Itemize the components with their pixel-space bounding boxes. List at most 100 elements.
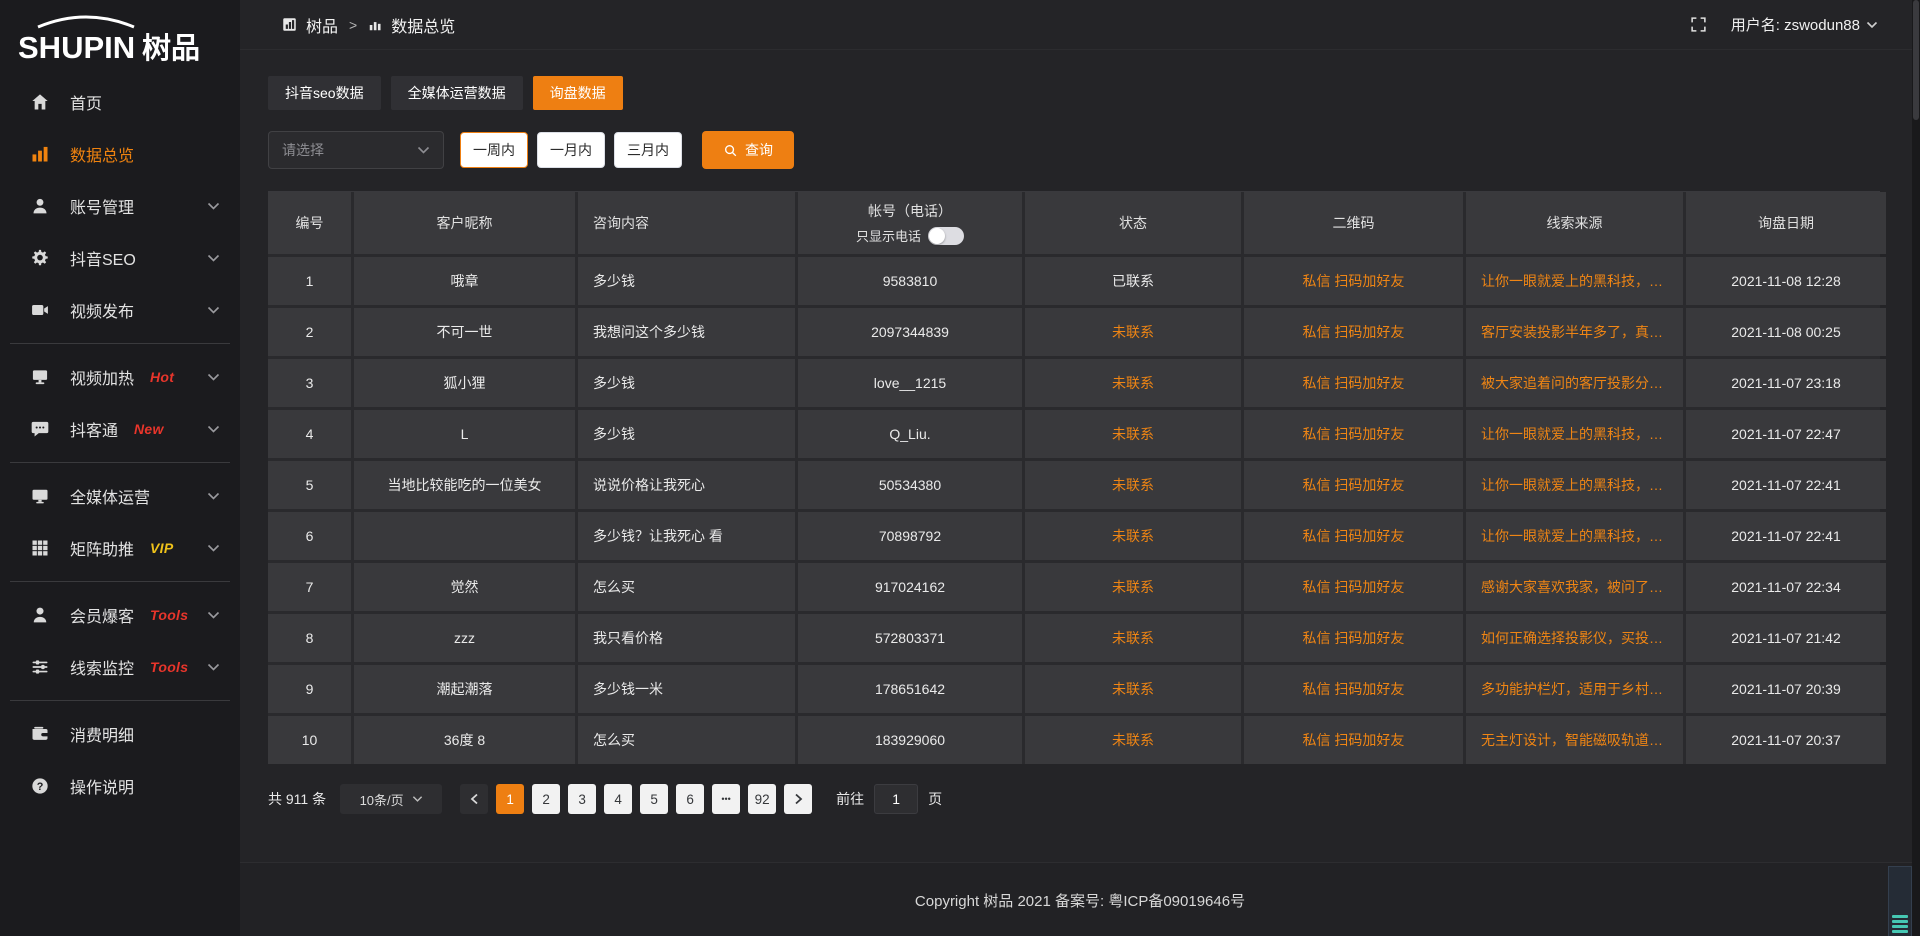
sidebar-divider [10, 581, 230, 582]
cell-source[interactable]: 感谢大家喜欢我家，被问了好... [1466, 563, 1683, 611]
page-size-label: 10条/页 [360, 790, 404, 809]
sidebar-item-doukotong[interactable]: 抖客通New [0, 403, 240, 455]
cell-account: 9583810 [798, 257, 1022, 305]
source-link-text: 多功能护栏灯，适用于乡村文... [1481, 679, 1668, 699]
sidebar-item-label: 线索监控 [70, 655, 134, 679]
sidebar-item-omni-media[interactable]: 全媒体运营 [0, 470, 240, 522]
cell-source[interactable]: 让你一眼就爱上的黑科技，能... [1466, 410, 1683, 458]
range-button-0[interactable]: 一周内 [460, 132, 528, 168]
sidebar-item-label: 视频加热 [70, 365, 134, 389]
column-header: 二维码 [1244, 192, 1463, 254]
page-number-button[interactable]: 1 [496, 784, 524, 814]
cell-source[interactable]: 无主灯设计，智能磁吸轨道灯... [1466, 716, 1683, 764]
breadcrumb-root[interactable]: 树品 [306, 13, 338, 37]
prev-page-button[interactable] [460, 784, 488, 814]
sidebar-item-badge: VIP [150, 540, 173, 556]
cell-qrcode[interactable]: 私信 扫码加好友 [1244, 716, 1463, 764]
cell-content: 怎么买 [578, 716, 795, 764]
account-select[interactable]: 请选择 [268, 131, 444, 169]
column-header: 编号 [268, 192, 351, 254]
cell-no: 8 [268, 614, 351, 662]
corner-widget[interactable] [1888, 866, 1912, 936]
cell-content: 怎么买 [578, 563, 795, 611]
cell-qrcode[interactable]: 私信 扫码加好友 [1244, 563, 1463, 611]
range-button-2[interactable]: 三月内 [614, 132, 682, 168]
sidebar-item-consumption-detail[interactable]: 消费明细 [0, 708, 240, 760]
cell-source[interactable]: 如何正确选择投影仪，买投影... [1466, 614, 1683, 662]
chevron-down-icon [207, 202, 220, 211]
tab-0[interactable]: 抖音seo数据 [268, 76, 381, 110]
dashboard-icon [282, 17, 297, 32]
page-number-button[interactable]: 4 [604, 784, 632, 814]
user-icon [30, 196, 50, 216]
query-button-label: 查询 [745, 140, 773, 160]
select-placeholder: 请选择 [282, 140, 324, 160]
copyright-text: Copyright 树品 2021 备案号: 粤ICP备09019646号 [915, 890, 1245, 911]
cell-account: 2097344839 [798, 308, 1022, 356]
cell-source[interactable]: 多功能护栏灯，适用于乡村文... [1466, 665, 1683, 713]
sidebar-divider [10, 462, 230, 463]
cell-no: 4 [268, 410, 351, 458]
page-number-button[interactable]: 2 [532, 784, 560, 814]
sidebar-item-home[interactable]: 首页 [0, 76, 240, 128]
range-button-1[interactable]: 一月内 [537, 132, 605, 168]
sidebar-item-video-heating[interactable]: 视频加热Hot [0, 351, 240, 403]
page-size-select[interactable]: 10条/页 [340, 784, 442, 814]
sidebar-item-lead-monitor[interactable]: 线索监控Tools [0, 641, 240, 693]
sidebar-item-member-baoke[interactable]: 会员爆客Tools [0, 589, 240, 641]
chart-icon [30, 144, 50, 164]
tab-1[interactable]: 全媒体运营数据 [391, 76, 523, 110]
column-header: 询盘日期 [1686, 192, 1886, 254]
cell-qrcode[interactable]: 私信 扫码加好友 [1244, 461, 1463, 509]
svg-text:树品: 树品 [142, 32, 200, 65]
scrollbar[interactable] [1912, 0, 1920, 936]
sidebar-item-data-overview[interactable]: 数据总览 [0, 128, 240, 180]
cell-source[interactable]: 被大家追着问的客厅投影分享... [1466, 359, 1683, 407]
fullscreen-icon[interactable] [1690, 16, 1707, 33]
cell-status: 未联系 [1025, 410, 1241, 458]
wallet-icon [30, 724, 50, 744]
page-number-button[interactable]: 92 [748, 784, 776, 814]
source-link-text: 让你一眼就爱上的黑科技，能... [1481, 526, 1668, 546]
scrollbar-thumb[interactable] [1913, 0, 1919, 120]
sidebar-item-video-publish[interactable]: 视频发布 [0, 284, 240, 336]
cell-nickname [354, 512, 575, 560]
page-number-button[interactable]: 3 [568, 784, 596, 814]
chevron-down-icon [207, 663, 220, 672]
cell-qrcode[interactable]: 私信 扫码加好友 [1244, 308, 1463, 356]
sidebar-item-matrix-boost[interactable]: 矩阵助推VIP [0, 522, 240, 574]
tab-2[interactable]: 询盘数据 [533, 76, 623, 110]
page-number-button[interactable]: 5 [640, 784, 668, 814]
sidebar-item-operation-guide[interactable]: ?操作说明 [0, 760, 240, 812]
cell-no: 5 [268, 461, 351, 509]
sidebar-item-label: 会员爆客 [70, 603, 134, 627]
topbar-right: 用户名: zswodun88 [1690, 14, 1878, 35]
page-ellipsis-button[interactable]: ••• [712, 784, 740, 814]
user-menu[interactable]: 用户名: zswodun88 [1731, 14, 1878, 35]
cell-nickname: 潮起潮落 [354, 665, 575, 713]
query-button[interactable]: 查询 [702, 131, 794, 169]
column-header: 线索来源 [1466, 192, 1683, 254]
next-page-button[interactable] [784, 784, 812, 814]
cell-source[interactable]: 客厅安装投影半年多了，真实... [1466, 308, 1683, 356]
sidebar-item-account-management[interactable]: 账号管理 [0, 180, 240, 232]
cell-account: Q_Liu. [798, 410, 1022, 458]
cell-qrcode[interactable]: 私信 扫码加好友 [1244, 257, 1463, 305]
sidebar-divider [10, 700, 230, 701]
chevron-down-icon [1866, 21, 1878, 29]
cell-qrcode[interactable]: 私信 扫码加好友 [1244, 359, 1463, 407]
page-number-button[interactable]: 6 [676, 784, 704, 814]
cell-source[interactable]: 让你一眼就爱上的黑科技，能... [1466, 257, 1683, 305]
sidebar-item-douyin-seo[interactable]: 抖音SEO [0, 232, 240, 284]
cell-source[interactable]: 让你一眼就爱上的黑科技，能... [1466, 461, 1683, 509]
cell-qrcode[interactable]: 私信 扫码加好友 [1244, 410, 1463, 458]
cell-qrcode[interactable]: 私信 扫码加好友 [1244, 614, 1463, 662]
cell-source[interactable]: 让你一眼就爱上的黑科技，能... [1466, 512, 1683, 560]
cell-qrcode[interactable]: 私信 扫码加好友 [1244, 665, 1463, 713]
cell-date: 2021-11-07 22:41 [1686, 512, 1886, 560]
cell-qrcode[interactable]: 私信 扫码加好友 [1244, 512, 1463, 560]
cell-no: 2 [268, 308, 351, 356]
phone-only-toggle[interactable] [928, 227, 964, 245]
pagination: 共 911 条 10条/页 123456•••92 前往 页 [268, 784, 1890, 814]
goto-page-input[interactable] [874, 784, 918, 814]
